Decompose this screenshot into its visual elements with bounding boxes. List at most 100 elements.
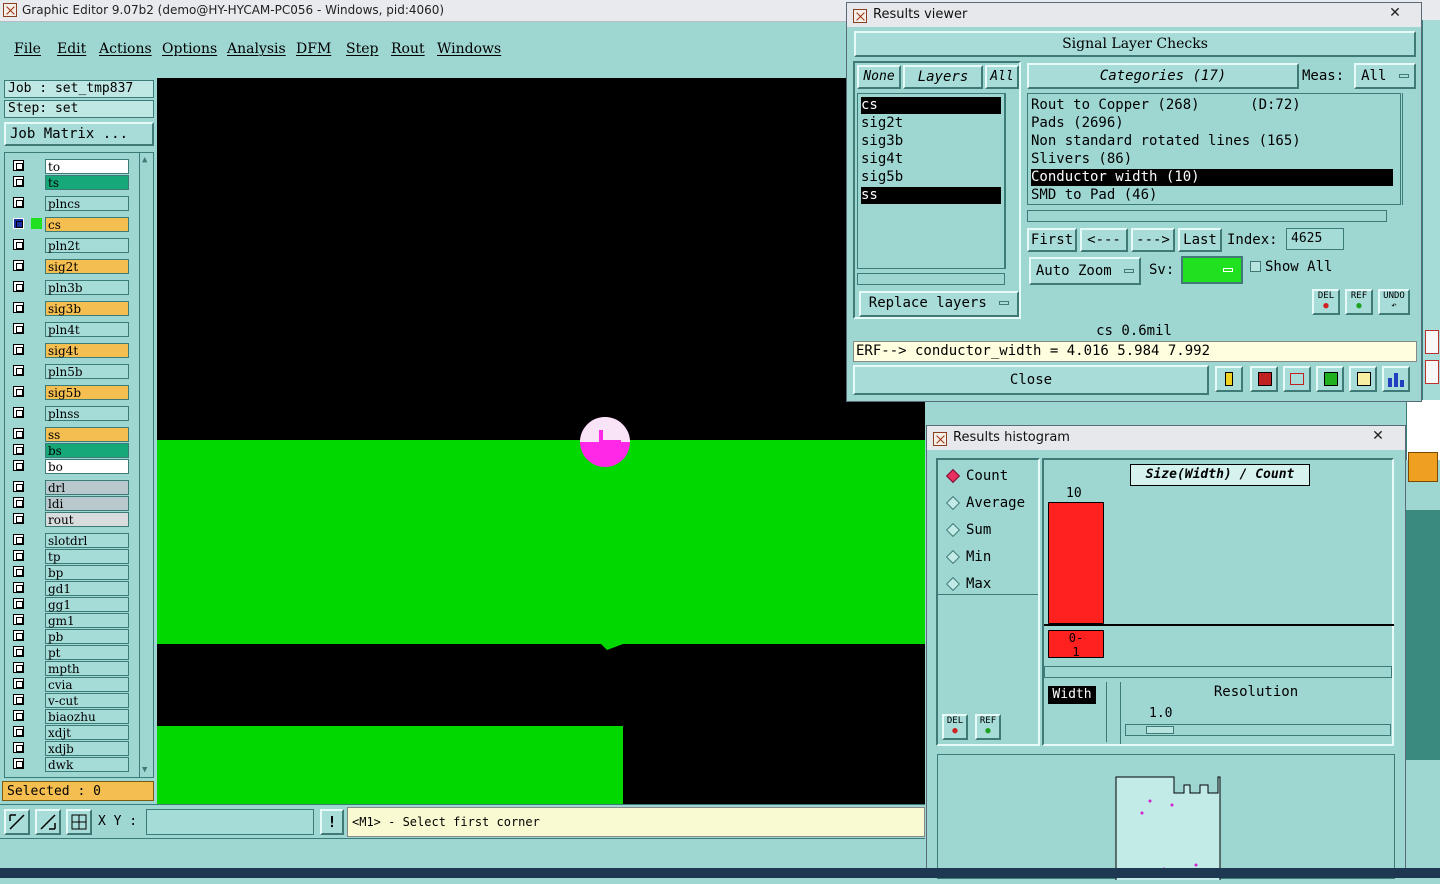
hist-hscroll[interactable] <box>1044 666 1392 678</box>
layer-name[interactable]: v-cut <box>45 693 129 708</box>
rv-notes-icon[interactable] <box>1349 366 1377 392</box>
rv-first-button[interactable]: First <box>1027 228 1077 252</box>
layer-name[interactable]: dwk <box>45 757 129 772</box>
layer-checkbox[interactable] <box>13 407 24 418</box>
layer-name[interactable]: sig3b <box>45 301 129 316</box>
layer-row-pb[interactable]: pb <box>9 629 129 644</box>
layer-row-sig2t[interactable]: sig2t <box>9 259 129 274</box>
hist-bar-range[interactable]: 0- 1 <box>1048 630 1104 659</box>
warning-button[interactable]: ! <box>320 809 344 835</box>
layer-name[interactable]: pt <box>45 645 129 660</box>
rv-ref-button[interactable]: REF ● <box>1345 289 1373 315</box>
rv-category-item[interactable]: Non standard rotated lines (165) <box>1031 133 1393 150</box>
hist-mode-min[interactable]: Min <box>945 547 991 567</box>
layer-checkbox[interactable] <box>13 566 24 577</box>
layer-checkbox[interactable] <box>13 694 24 705</box>
layer-name[interactable]: pln2t <box>45 238 129 253</box>
radio-diamond-icon[interactable] <box>945 522 961 538</box>
layer-checkbox[interactable] <box>13 742 24 753</box>
layer-checkbox[interactable] <box>13 534 24 545</box>
menu-rout[interactable]: Rout <box>391 41 425 57</box>
layer-name[interactable]: rout <box>45 512 129 527</box>
rv-category-list[interactable]: Rout to Copper (268) (D:72) Pads (2696) No… <box>1027 93 1401 205</box>
rv-layer-item[interactable]: sig4t <box>861 151 1001 168</box>
menu-windows[interactable]: Windows <box>437 41 501 57</box>
layer-name[interactable]: mpth <box>45 661 129 676</box>
layer-row-bp[interactable]: bp <box>9 565 129 580</box>
layer-row-bo[interactable]: bo <box>9 459 129 474</box>
layer-row-biaozhu[interactable]: biaozhu <box>9 709 129 724</box>
radio-diamond-icon[interactable] <box>945 495 961 511</box>
layer-row-mpth[interactable]: mpth <box>9 661 129 676</box>
layer-checkbox[interactable] <box>13 302 24 313</box>
layer-checkbox[interactable] <box>13 614 24 625</box>
menu-options[interactable]: Options <box>162 41 217 57</box>
menu-step[interactable]: Step <box>346 41 378 57</box>
rv-clear-icon[interactable] <box>1283 366 1311 392</box>
layer-name[interactable]: bs <box>45 443 129 458</box>
layer-row-dwk[interactable]: dwk <box>9 757 129 772</box>
rv-all-button[interactable]: All <box>985 65 1019 89</box>
rv-category-item[interactable]: Conductor width (10) <box>1031 169 1393 186</box>
layer-checkbox[interactable] <box>13 444 24 455</box>
hist-resolution-slider[interactable] <box>1125 724 1391 736</box>
layer-name[interactable]: pb <box>45 629 129 644</box>
rv-replace-layers-button[interactable]: Replace layers <box>859 291 1019 317</box>
layer-name[interactable]: plncs <box>45 196 129 211</box>
hist-del-button[interactable]: DEL ● <box>942 714 968 740</box>
layer-name[interactable]: biaozhu <box>45 709 129 724</box>
layer-checkbox[interactable] <box>13 646 24 657</box>
rv-none-button[interactable]: None <box>857 65 901 89</box>
graphic-canvas[interactable] <box>157 78 925 804</box>
layer-checkbox[interactable] <box>13 428 24 439</box>
rv-layer-item[interactable]: sig3b <box>861 133 1001 150</box>
layer-checkbox[interactable] <box>13 726 24 737</box>
layer-checkbox[interactable] <box>13 365 24 376</box>
rv-meas-select[interactable]: All <box>1354 63 1416 89</box>
hist-mode-max[interactable]: Max <box>945 574 991 594</box>
layer-name[interactable]: slotdrl <box>45 533 129 548</box>
menu-actions[interactable]: Actions <box>99 41 152 57</box>
layer-name[interactable]: gm1 <box>45 613 129 628</box>
layer-checkbox[interactable] <box>13 550 24 561</box>
layer-checkbox[interactable] <box>13 323 24 334</box>
layer-row-tp[interactable]: tp <box>9 549 129 564</box>
layer-row-cs[interactable]: cs <box>9 217 129 232</box>
layer-row-to[interactable]: to <box>9 159 129 174</box>
layer-checkbox[interactable] <box>13 344 24 355</box>
rv-layer-list[interactable]: cs sig2t sig3b sig4t sig5b ss <box>857 93 1005 269</box>
layer-name[interactable]: cs <box>45 217 129 232</box>
layer-row-pln3b[interactable]: pln3b <box>9 280 129 295</box>
layer-name[interactable]: gg1 <box>45 597 129 612</box>
layer-name[interactable]: to <box>45 159 129 174</box>
rv-snapshot-icon[interactable] <box>1250 366 1278 392</box>
rv-layer-item[interactable]: sig5b <box>861 169 1001 186</box>
rv-category-item[interactable]: SMD to Pad (46) <box>1031 187 1393 204</box>
rv-layer-vscroll[interactable] <box>1005 93 1017 269</box>
rv-report-icon[interactable] <box>1316 366 1344 392</box>
layer-checkbox[interactable] <box>13 710 24 721</box>
rv-undo-button[interactable]: UNDO ↶ <box>1378 289 1410 315</box>
hist-mode-sum[interactable]: Sum <box>945 520 991 540</box>
layer-checkbox[interactable] <box>13 197 24 208</box>
pointer-mode-icon[interactable] <box>1408 452 1438 482</box>
layer-row-sig5b[interactable]: sig5b <box>9 385 129 400</box>
layer-name[interactable]: sig4t <box>45 343 129 358</box>
rv-last-button[interactable]: Last <box>1178 228 1222 252</box>
layer-name[interactable]: xdjb <box>45 741 129 756</box>
layer-row-drl[interactable]: drl <box>9 480 129 495</box>
layer-name[interactable]: drl <box>45 480 129 495</box>
layer-row-gm1[interactable]: gm1 <box>9 613 129 628</box>
hist-ref-button[interactable]: REF ● <box>975 714 1001 740</box>
layer-name[interactable]: pln5b <box>45 364 129 379</box>
menu-dfm[interactable]: DFM <box>296 41 331 57</box>
layer-name[interactable]: cvia <box>45 677 129 692</box>
layer-checkbox[interactable] <box>13 176 24 187</box>
radio-diamond-icon[interactable] <box>945 468 961 484</box>
layer-row-plnss[interactable]: plnss <box>9 406 129 421</box>
layer-row-pln2t[interactable]: pln2t <box>9 238 129 253</box>
rv-histogram-icon[interactable] <box>1382 366 1410 392</box>
zoom-home-tool-icon[interactable] <box>66 809 92 835</box>
rv-close-button[interactable]: Close <box>853 365 1209 395</box>
right-tool-2-icon[interactable] <box>1425 360 1439 384</box>
